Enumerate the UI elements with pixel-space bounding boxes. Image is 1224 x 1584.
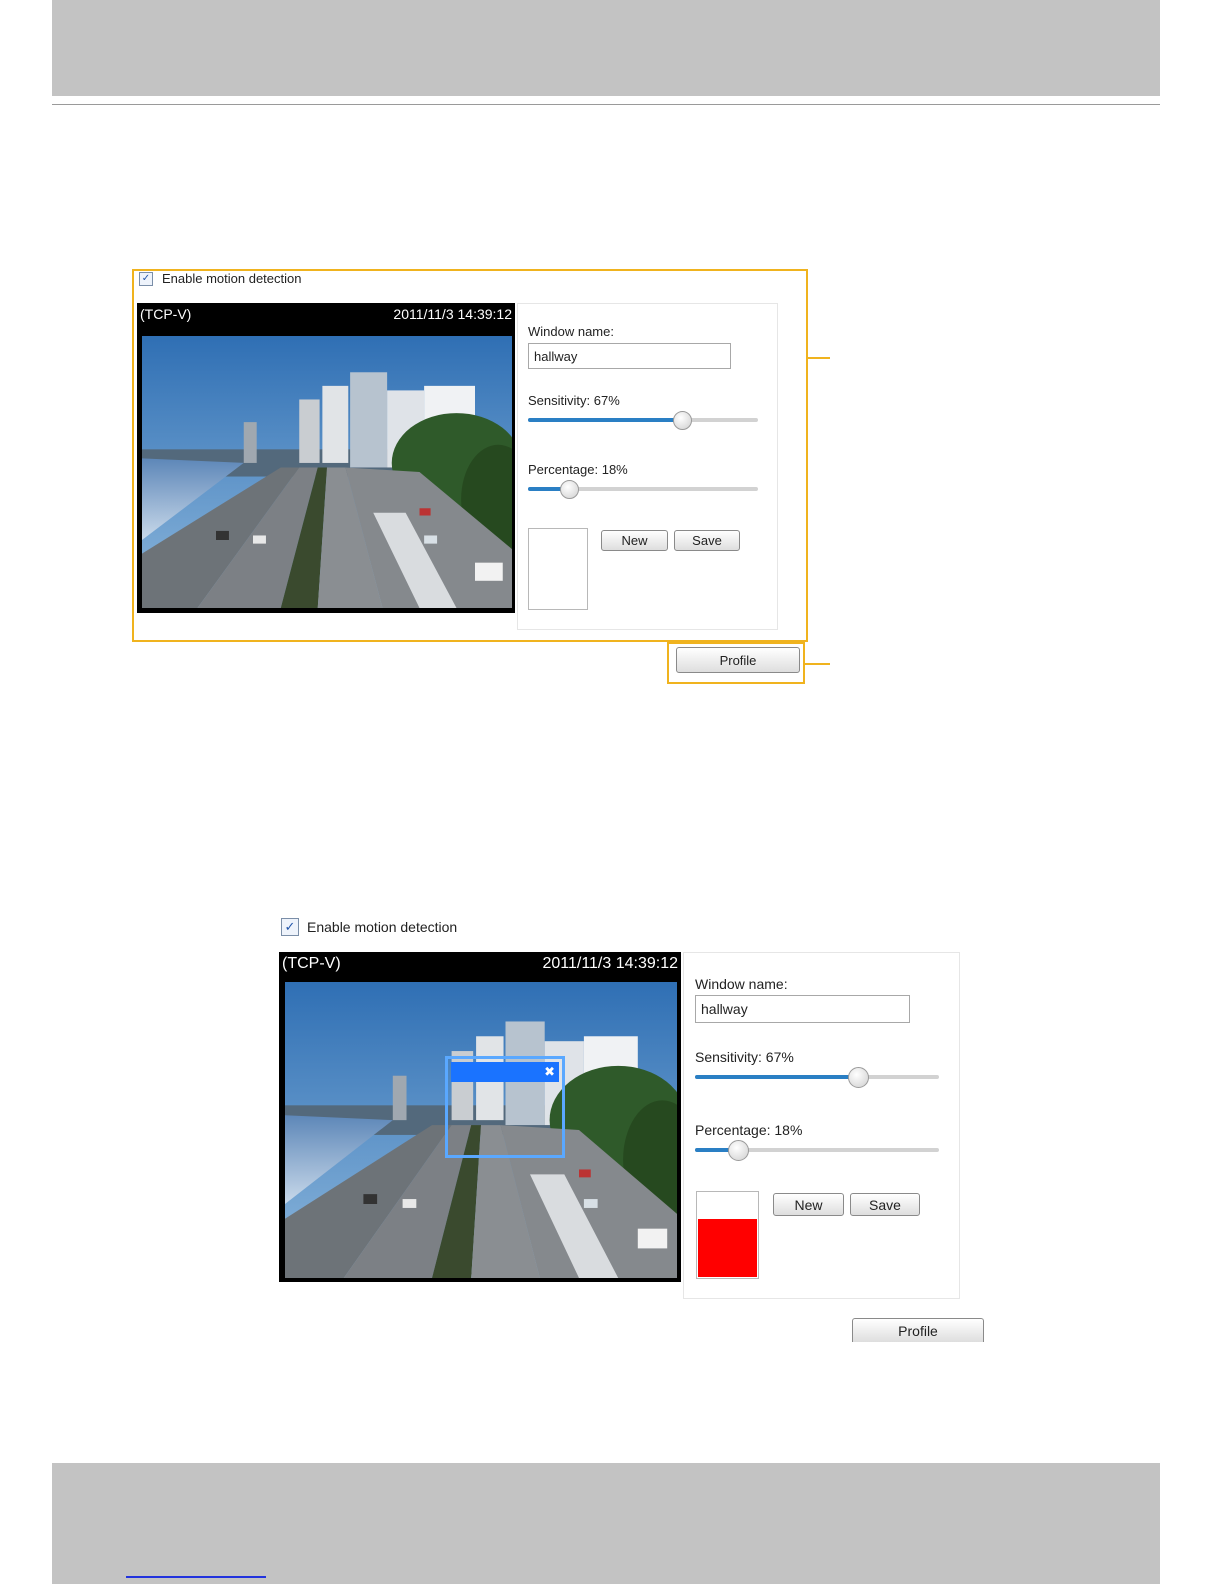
window-name-label-2: Window name: <box>695 976 788 992</box>
sensitivity-slider-2[interactable] <box>695 1066 939 1088</box>
motion-window[interactable]: ✖ <box>445 1056 565 1158</box>
header-rule <box>52 104 1160 105</box>
enable-motion-row-2: ✓ Enable motion detection <box>281 918 457 936</box>
motion-level-bar <box>698 1219 757 1277</box>
live-video-2[interactable]: (TCP-V) 2011/11/3 14:39:12 ✖ <box>279 952 681 1282</box>
profile-callout-leader <box>805 663 830 665</box>
percentage-label-2: Percentage: 18% <box>695 1122 803 1138</box>
page-footer-band <box>52 1463 1160 1584</box>
settings-callout-box <box>132 269 808 642</box>
footer-link-underline[interactable] <box>126 1576 266 1578</box>
sensitivity-fill-2 <box>695 1075 859 1079</box>
save-button-2[interactable]: Save <box>850 1193 920 1216</box>
sensitivity-thumb-2[interactable] <box>847 1066 869 1088</box>
percentage-slider-2[interactable] <box>695 1139 939 1161</box>
settings-callout-leader <box>808 357 830 359</box>
motion-settings-panel-2: Window name: hallway Sensitivity: 67% Pe… <box>683 952 960 1299</box>
close-icon[interactable]: ✖ <box>544 1064 555 1079</box>
enable-motion-checkbox-2[interactable]: ✓ <box>281 918 299 936</box>
video-overlay-2: (TCP-V) 2011/11/3 14:39:12 <box>279 952 681 976</box>
video-protocol-label-2: (TCP-V) <box>282 955 341 972</box>
enable-motion-label-2: Enable motion detection <box>307 919 458 935</box>
window-name-input-2[interactable]: hallway <box>695 995 910 1023</box>
video-timestamp-2: 2011/11/3 14:39:12 <box>542 955 678 972</box>
sensitivity-label-2: Sensitivity: 67% <box>695 1049 794 1065</box>
profile-callout-box <box>667 642 805 684</box>
motion-window-titlebar[interactable]: ✖ <box>451 1062 559 1082</box>
new-window-button-2[interactable]: New <box>773 1193 844 1216</box>
page-header-band <box>52 0 1160 96</box>
profile-button-2[interactable]: Profile <box>852 1318 984 1342</box>
motion-level-meter-2 <box>696 1191 759 1279</box>
percentage-thumb-2[interactable] <box>728 1139 750 1161</box>
